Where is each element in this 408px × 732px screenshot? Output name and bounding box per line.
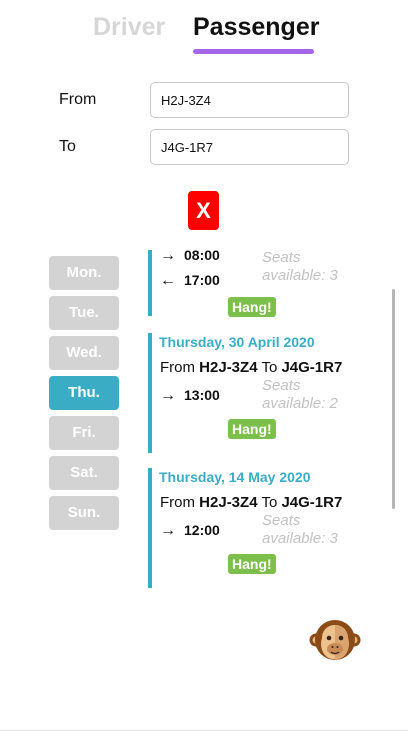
to-word: To: [261, 494, 278, 511]
day-saturday[interactable]: Sat.: [49, 456, 119, 490]
departure-time: 13:00: [184, 387, 220, 403]
seats-available: Seats available: 3: [262, 512, 338, 547]
tab-driver[interactable]: Driver: [93, 13, 165, 42]
to-field[interactable]: [150, 129, 349, 165]
day-selector: Mon. Tue. Wed. Thu. Fri. Sat. Sun.: [49, 256, 119, 536]
tab-passenger[interactable]: Passenger: [193, 13, 319, 42]
time-row: → 12:00: [160, 522, 220, 540]
departure-time: 08:00: [184, 247, 220, 263]
clear-button[interactable]: X: [188, 191, 219, 230]
day-thursday[interactable]: Thu.: [49, 376, 119, 410]
ride-card: Thursday, 14 May 2020 From H2J-3Z4 To J4…: [148, 468, 386, 588]
return-arrow-icon: ←: [160, 272, 176, 289]
route-origin: H2J-3Z4: [199, 494, 258, 511]
day-friday[interactable]: Fri.: [49, 416, 119, 450]
hang-button[interactable]: Hang!: [228, 419, 276, 439]
passenger-page: Driver Passenger From To X Mon. Tue. Wed…: [0, 0, 408, 732]
time-row: → 08:00: [160, 247, 220, 265]
day-monday[interactable]: Mon.: [49, 256, 119, 290]
route-destination: J4G-1R7: [281, 494, 343, 511]
departure-time: 12:00: [184, 522, 220, 538]
ride-card: Thursday, 30 April 2020 From H2J-3Z4 To …: [148, 333, 386, 453]
from-word: From: [160, 359, 195, 376]
rides-list[interactable]: → 08:00 ← 17:00 Seats available: 3 Hang! T…: [148, 244, 386, 600]
outbound-arrow-icon: →: [160, 387, 176, 404]
from-word: From: [160, 494, 195, 511]
time-row: → 13:00: [160, 387, 220, 405]
ride-card: → 08:00 ← 17:00 Seats available: 3 Hang!: [148, 247, 386, 317]
seats-available: Seats available: 2: [262, 377, 338, 412]
route-destination: J4G-1R7: [281, 359, 343, 376]
day-wednesday[interactable]: Wed.: [49, 336, 119, 370]
outbound-arrow-icon: →: [160, 522, 176, 539]
ride-date: Thursday, 14 May 2020: [159, 469, 311, 485]
outbound-arrow-icon: →: [160, 247, 176, 264]
monkey-face-icon[interactable]: [309, 616, 361, 664]
day-sunday[interactable]: Sun.: [49, 496, 119, 530]
hang-button[interactable]: Hang!: [228, 297, 276, 317]
return-time: 17:00: [184, 272, 220, 288]
time-row: ← 17:00: [160, 272, 220, 290]
rides-scrollbar[interactable]: [392, 289, 395, 509]
active-tab-indicator: [193, 49, 314, 54]
seats-available: Seats available: 3: [262, 249, 338, 284]
day-tuesday[interactable]: Tue.: [49, 296, 119, 330]
ride-date: Thursday, 30 April 2020: [159, 334, 315, 350]
to-label: To: [59, 138, 76, 155]
ride-route: From H2J-3Z4 To J4G-1R7: [160, 359, 342, 376]
hang-button[interactable]: Hang!: [228, 554, 276, 574]
to-word: To: [261, 359, 278, 376]
route-origin: H2J-3Z4: [199, 359, 258, 376]
from-label: From: [59, 91, 97, 108]
from-field[interactable]: [150, 82, 349, 118]
ride-route: From H2J-3Z4 To J4G-1R7: [160, 494, 342, 511]
bottom-divider: [0, 730, 408, 731]
